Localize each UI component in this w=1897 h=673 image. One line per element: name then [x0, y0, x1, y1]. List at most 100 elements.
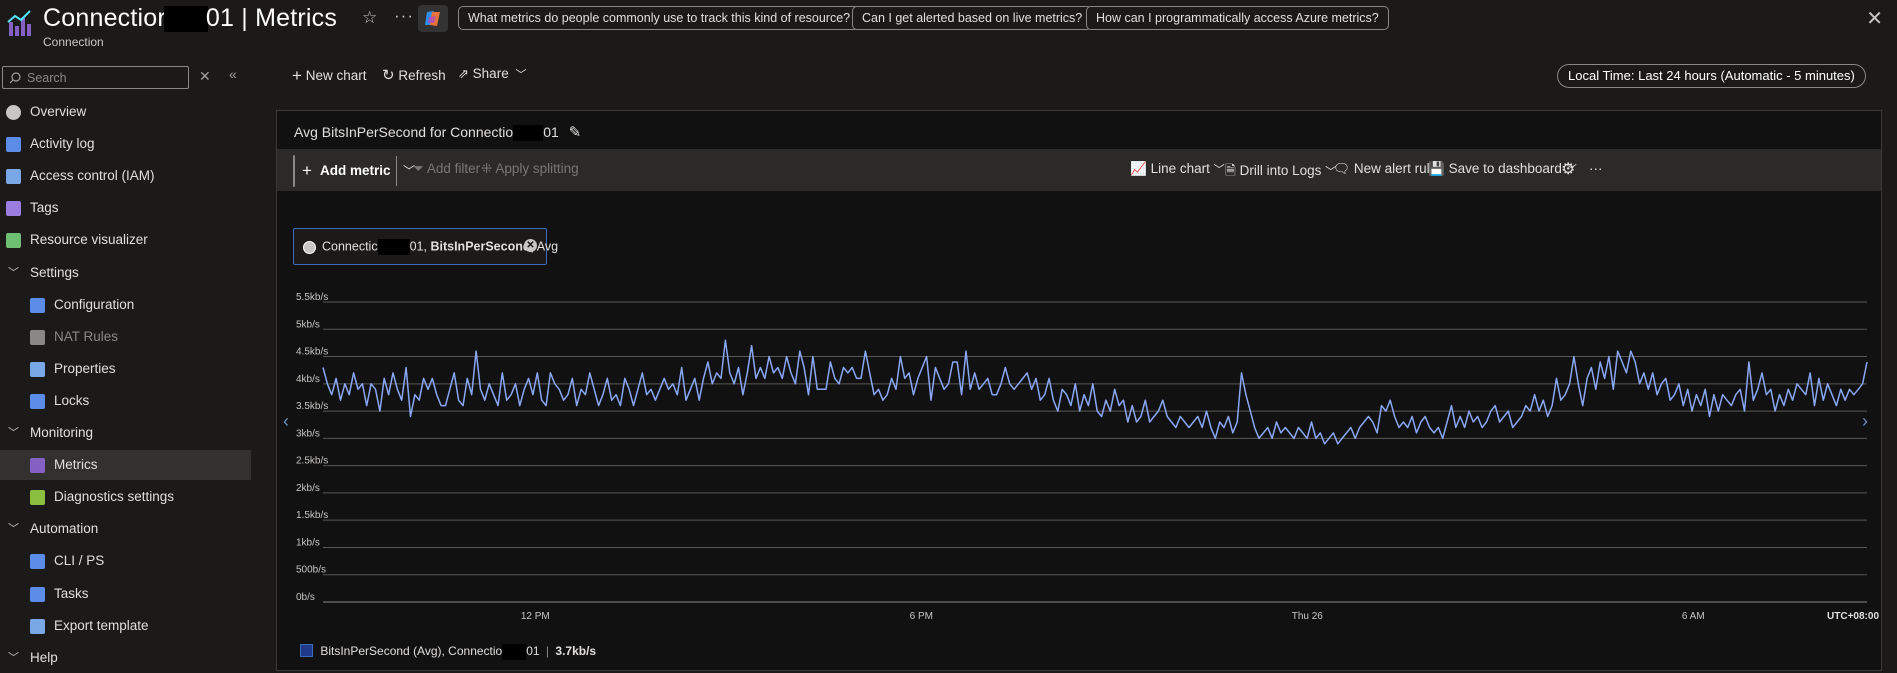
- sidebar-item-label: Tags: [30, 200, 59, 216]
- sidebar-item-locks[interactable]: Locks: [0, 386, 251, 416]
- sidebar-item-help[interactable]: ﹀ Help: [0, 643, 251, 673]
- lock-icon: [30, 393, 45, 409]
- drill-into-logs-button[interactable]: 🗎 Drill into Logs ﹀: [1225, 161, 1336, 184]
- sidebar-item-settings[interactable]: ﹀ Settings: [0, 258, 251, 288]
- sidebar-item-overview[interactable]: Overview: [0, 97, 251, 127]
- sidebar-item-tasks[interactable]: Tasks: [0, 579, 251, 609]
- sidebar-item-label: Locks: [54, 392, 90, 408]
- add-metric-label: Add metric: [320, 163, 391, 178]
- properties-icon: [30, 361, 45, 377]
- new-alert-rule-button[interactable]: 🗨 New alert rule: [1333, 161, 1437, 177]
- new-alert-label: New alert rule: [1353, 161, 1438, 176]
- y-tick-label: 5.5kb/s: [296, 292, 328, 303]
- sidebar: Search ✕ « Overview Activity log Access co…: [0, 56, 251, 671]
- time-range-picker[interactable]: Local Time: Last 24 hours (Automatic - 5…: [1557, 64, 1866, 88]
- save-to-dashboard-button[interactable]: 💾 Save to dashboard ﹀: [1428, 161, 1577, 177]
- sidebar-item-diagnostics-settings[interactable]: Diagnostics settings: [0, 482, 251, 512]
- sidebar-item-metrics[interactable]: Metrics: [0, 450, 251, 481]
- line-chart-button[interactable]: 📈 Line chart ﹀: [1130, 161, 1225, 177]
- add-filter-button[interactable]: ⏷ Add filter: [413, 161, 480, 177]
- metrics-logo-icon: [7, 10, 31, 36]
- suggestion-chip-track-metrics[interactable]: What metrics do people commonly use to t…: [458, 6, 861, 30]
- page-title: Connectior 01 | Metrics: [43, 4, 337, 33]
- add-metric-button[interactable]: + Add metric ﹀: [293, 155, 415, 187]
- edit-pencil-icon[interactable]: ✎: [569, 124, 582, 141]
- cli-icon: [30, 554, 45, 570]
- apply-splitting-label: Apply splitting: [495, 161, 579, 176]
- refresh-button[interactable]: ↻ Refresh: [382, 66, 446, 84]
- suggestion-chip-programmatic[interactable]: How can I programmatically access Azure …: [1086, 6, 1389, 30]
- settings-gear-icon[interactable]: ⚙: [1561, 159, 1575, 179]
- close-icon[interactable]: ✕: [1866, 6, 1883, 31]
- nat-icon: [30, 329, 45, 345]
- sidebar-item-access-control-iam[interactable]: Access control (IAM): [0, 161, 251, 191]
- chart-title-suffix: 01: [543, 124, 559, 140]
- y-tick-label: 2kb/s: [296, 483, 320, 494]
- redacted-block: [377, 239, 410, 255]
- export-icon: [30, 618, 45, 634]
- copilot-icon[interactable]: [418, 5, 448, 32]
- suggestion-chip-alerts[interactable]: Can I get alerted based on live metrics?: [852, 6, 1093, 30]
- collapse-sidebar-icon[interactable]: «: [229, 66, 237, 82]
- refresh-icon: ↻: [382, 67, 395, 84]
- share-button[interactable]: ⇗ Share ﹀: [458, 66, 526, 82]
- metric-pill-label: Connectic 01, BitsInPerSecond, Avg: [322, 239, 558, 255]
- more-options-icon[interactable]: ···: [1589, 161, 1603, 176]
- sidebar-item-label: Export template: [54, 617, 149, 633]
- sidebar-item-cli-ps[interactable]: CLI / PS: [0, 546, 251, 576]
- metrics-icon: [30, 458, 45, 474]
- clear-search-icon[interactable]: ✕: [199, 68, 211, 85]
- sidebar-item-label: Access control (IAM): [30, 168, 155, 184]
- new-chart-button[interactable]: + New chart: [292, 66, 366, 86]
- share-label: Share: [472, 66, 509, 81]
- sidebar-item-label: Settings: [30, 264, 79, 280]
- apply-splitting-button[interactable]: ⁜ Apply splitting: [481, 161, 579, 177]
- sidebar-item-label: Overview: [30, 104, 87, 119]
- configuration-icon: [30, 297, 45, 313]
- sidebar-item-nat-rules[interactable]: NAT Rules: [0, 322, 251, 352]
- visualizer-icon: [6, 233, 21, 249]
- sidebar-item-activity-log[interactable]: Activity log: [0, 129, 251, 159]
- x-tick-label: 12 PM: [521, 611, 550, 621]
- redacted-block: [513, 125, 544, 142]
- sidebar-item-export-template[interactable]: Export template: [0, 611, 251, 641]
- sidebar-item-resource-visualizer[interactable]: Resource visualizer: [0, 225, 251, 255]
- refresh-label: Refresh: [398, 68, 446, 83]
- pill-metric-name: BitsInPerSecond,: [430, 239, 534, 254]
- more-options-icon[interactable]: ···: [394, 6, 414, 26]
- sidebar-item-label: Tasks: [54, 585, 89, 601]
- chevron-down-icon: ﹀: [8, 651, 19, 664]
- plus-icon: +: [292, 66, 302, 85]
- splitting-icon: ⁜: [481, 161, 493, 176]
- sidebar-item-configuration[interactable]: Configuration: [0, 290, 251, 320]
- search-input[interactable]: Search: [2, 66, 189, 89]
- sidebar-item-tags[interactable]: Tags: [0, 193, 251, 223]
- sidebar-item-label: Monitoring: [30, 425, 94, 440]
- pill-resource-suffix: 01,: [409, 239, 427, 254]
- share-icon: ⇗: [458, 66, 469, 81]
- x-tick-label: 6 AM: [1682, 611, 1705, 621]
- remove-metric-icon[interactable]: ✕: [524, 239, 537, 252]
- page-title-prefix: Connectior: [43, 4, 166, 32]
- sidebar-item-monitoring[interactable]: ﹀ Monitoring: [0, 418, 251, 448]
- chevron-down-icon: ﹀: [8, 523, 19, 536]
- sidebar-item-label: Resource visualizer: [30, 232, 148, 248]
- tasks-icon: [30, 586, 45, 602]
- line-chart-label: Line chart: [1150, 161, 1210, 176]
- legend-swatch: [300, 644, 313, 658]
- save-dashboard-label: Save to dashboard: [1448, 161, 1562, 176]
- metric-pill[interactable]: Connectic 01, BitsInPerSecond, Avg ✕: [293, 228, 558, 265]
- legend-series-suffix: 01: [526, 644, 540, 659]
- chart-prev-arrow-icon[interactable]: ‹: [283, 411, 289, 432]
- y-tick-label: 3.5kb/s: [296, 401, 328, 412]
- chevron-down-icon: ﹀: [1213, 164, 1225, 176]
- favorite-star-icon[interactable]: ☆: [362, 8, 377, 28]
- sidebar-item-properties[interactable]: Properties: [0, 354, 251, 384]
- activity-log-icon: [6, 137, 21, 153]
- chart-next-arrow-icon[interactable]: ›: [1862, 411, 1868, 432]
- sidebar-item-automation[interactable]: ﹀ Automation: [0, 514, 251, 544]
- series-color-dot: [303, 241, 316, 254]
- add-metric-main[interactable]: + Add metric: [294, 156, 396, 186]
- y-tick-label: 1.5kb/s: [296, 510, 328, 521]
- redacted-block: [502, 644, 527, 660]
